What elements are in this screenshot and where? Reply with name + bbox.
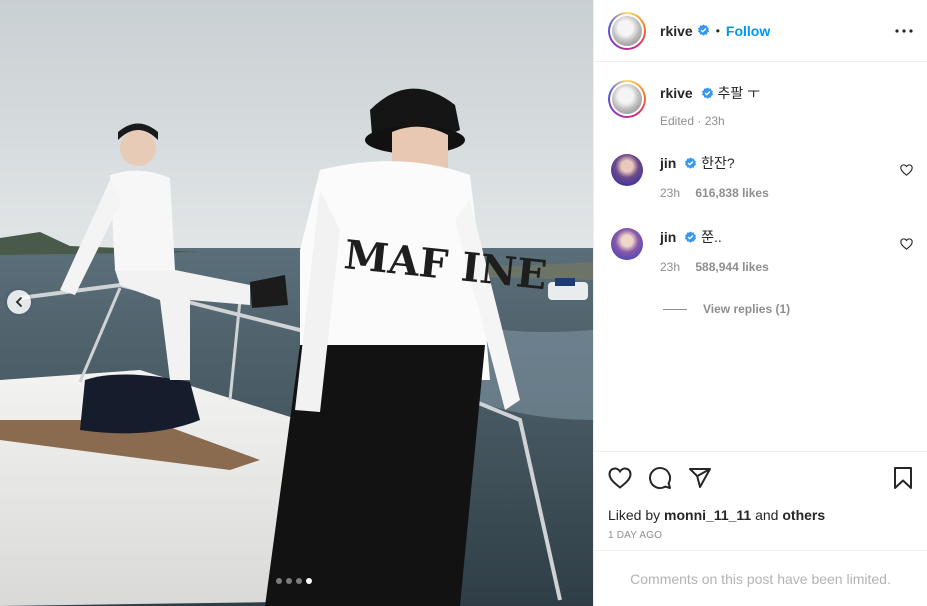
comment-time: 23h xyxy=(660,260,681,274)
comment-text-row: jin 한잔? xyxy=(660,154,913,172)
avatar-image xyxy=(612,15,642,46)
comment-likes[interactable]: 588,944 likes xyxy=(695,260,768,274)
comment-item: jin 한잔? 23h 616,838 likes xyxy=(608,154,913,200)
replies-divider-line xyxy=(663,308,687,310)
liked-by-others[interactable]: others xyxy=(782,507,825,523)
slide-dot xyxy=(276,578,282,584)
comment-item: jin 쭌.. 23h 588,944 likes xyxy=(608,228,913,274)
previous-slide-button[interactable] xyxy=(7,290,31,314)
caption-body: rkive 추팔 ㅜ Edited · 23h xyxy=(660,80,913,128)
slide-dot xyxy=(296,578,302,584)
verified-badge-icon xyxy=(685,157,697,169)
comment-author[interactable]: jin xyxy=(660,229,676,245)
view-replies-label: View replies (1) xyxy=(703,302,791,316)
comment-meta: 23h 588,944 likes xyxy=(660,260,913,274)
save-button[interactable] xyxy=(893,466,913,490)
comment-text: 쭌.. xyxy=(701,229,722,245)
liked-by: Liked by monni_11_11 and others xyxy=(608,507,913,523)
follow-button[interactable]: Follow xyxy=(726,23,770,39)
heart-icon[interactable] xyxy=(900,238,913,250)
like-button[interactable] xyxy=(608,467,632,489)
post-photo: MAF INE xyxy=(0,0,593,606)
post-media[interactable]: MAF INE xyxy=(0,0,593,606)
verified-badge-icon xyxy=(701,87,713,99)
comments-section[interactable]: rkive 추팔 ㅜ Edited · 23h jin 한잔? 23h 616,… xyxy=(594,62,927,451)
caption-meta: Edited · 23h xyxy=(660,114,725,128)
comment-author[interactable]: jin xyxy=(660,155,676,171)
liked-by-user[interactable]: monni_11_11 xyxy=(664,507,751,523)
caption-text: 추팔 ㅜ xyxy=(717,85,761,101)
comment-likes[interactable]: 616,838 likes xyxy=(695,186,768,200)
commenter-avatar[interactable] xyxy=(611,154,643,186)
post-date[interactable]: 1 DAY AGO xyxy=(608,530,913,541)
comment-text-row: jin 쭌.. xyxy=(660,228,913,246)
slide-indicator xyxy=(276,578,312,584)
caption-avatar[interactable] xyxy=(608,80,646,118)
slide-dot xyxy=(286,578,292,584)
avatar-image xyxy=(612,84,642,114)
verified-badge-icon xyxy=(697,24,709,36)
share-icon xyxy=(689,468,711,488)
avatar-inner xyxy=(610,13,644,48)
comment-time: 23h xyxy=(660,186,681,200)
caption: rkive 추팔 ㅜ Edited · 23h xyxy=(608,80,913,128)
author-username[interactable]: rkive xyxy=(660,23,693,39)
comment-button[interactable] xyxy=(648,466,672,490)
caption-author[interactable]: rkive xyxy=(660,85,693,101)
liked-by-and: and xyxy=(755,507,779,523)
slide-dot-active xyxy=(306,578,312,584)
author-avatar[interactable] xyxy=(608,11,646,50)
comment-meta: 23h 616,838 likes xyxy=(660,186,913,200)
more-options-button[interactable] xyxy=(895,28,913,33)
commenter-avatar[interactable] xyxy=(611,228,643,260)
heart-icon[interactable] xyxy=(900,164,913,176)
post-actions: Liked by monni_11_11 and others 1 DAY AG… xyxy=(594,451,927,550)
comment-body: jin 한잔? 23h 616,838 likes xyxy=(660,154,913,200)
heart-icon xyxy=(608,467,632,489)
chevron-left-icon xyxy=(15,297,22,307)
comment-icon xyxy=(649,467,672,490)
post-modal: MAF INE rkive • Follow rkive 추팔 ㅜ Edited… xyxy=(0,0,927,606)
action-icons xyxy=(608,464,913,492)
comment-text: 한잔? xyxy=(701,155,735,171)
avatar-inner xyxy=(610,82,644,116)
post-sidebar: rkive • Follow rkive 추팔 ㅜ Edited · 23h j… xyxy=(593,0,927,606)
more-options-icon xyxy=(895,28,913,33)
header-separator: • xyxy=(715,23,720,38)
comments-limited-notice: Comments on this post have been limited. xyxy=(594,550,927,606)
bookmark-icon xyxy=(894,467,912,489)
liked-by-prefix: Liked by xyxy=(608,507,661,523)
verified-badge-icon xyxy=(685,231,697,243)
share-button[interactable] xyxy=(688,466,712,490)
post-header: rkive • Follow xyxy=(594,0,927,62)
comment-body: jin 쭌.. 23h 588,944 likes xyxy=(660,228,913,274)
view-replies-button[interactable]: View replies (1) xyxy=(663,302,913,316)
caption-text-row: rkive 추팔 ㅜ xyxy=(660,80,913,102)
